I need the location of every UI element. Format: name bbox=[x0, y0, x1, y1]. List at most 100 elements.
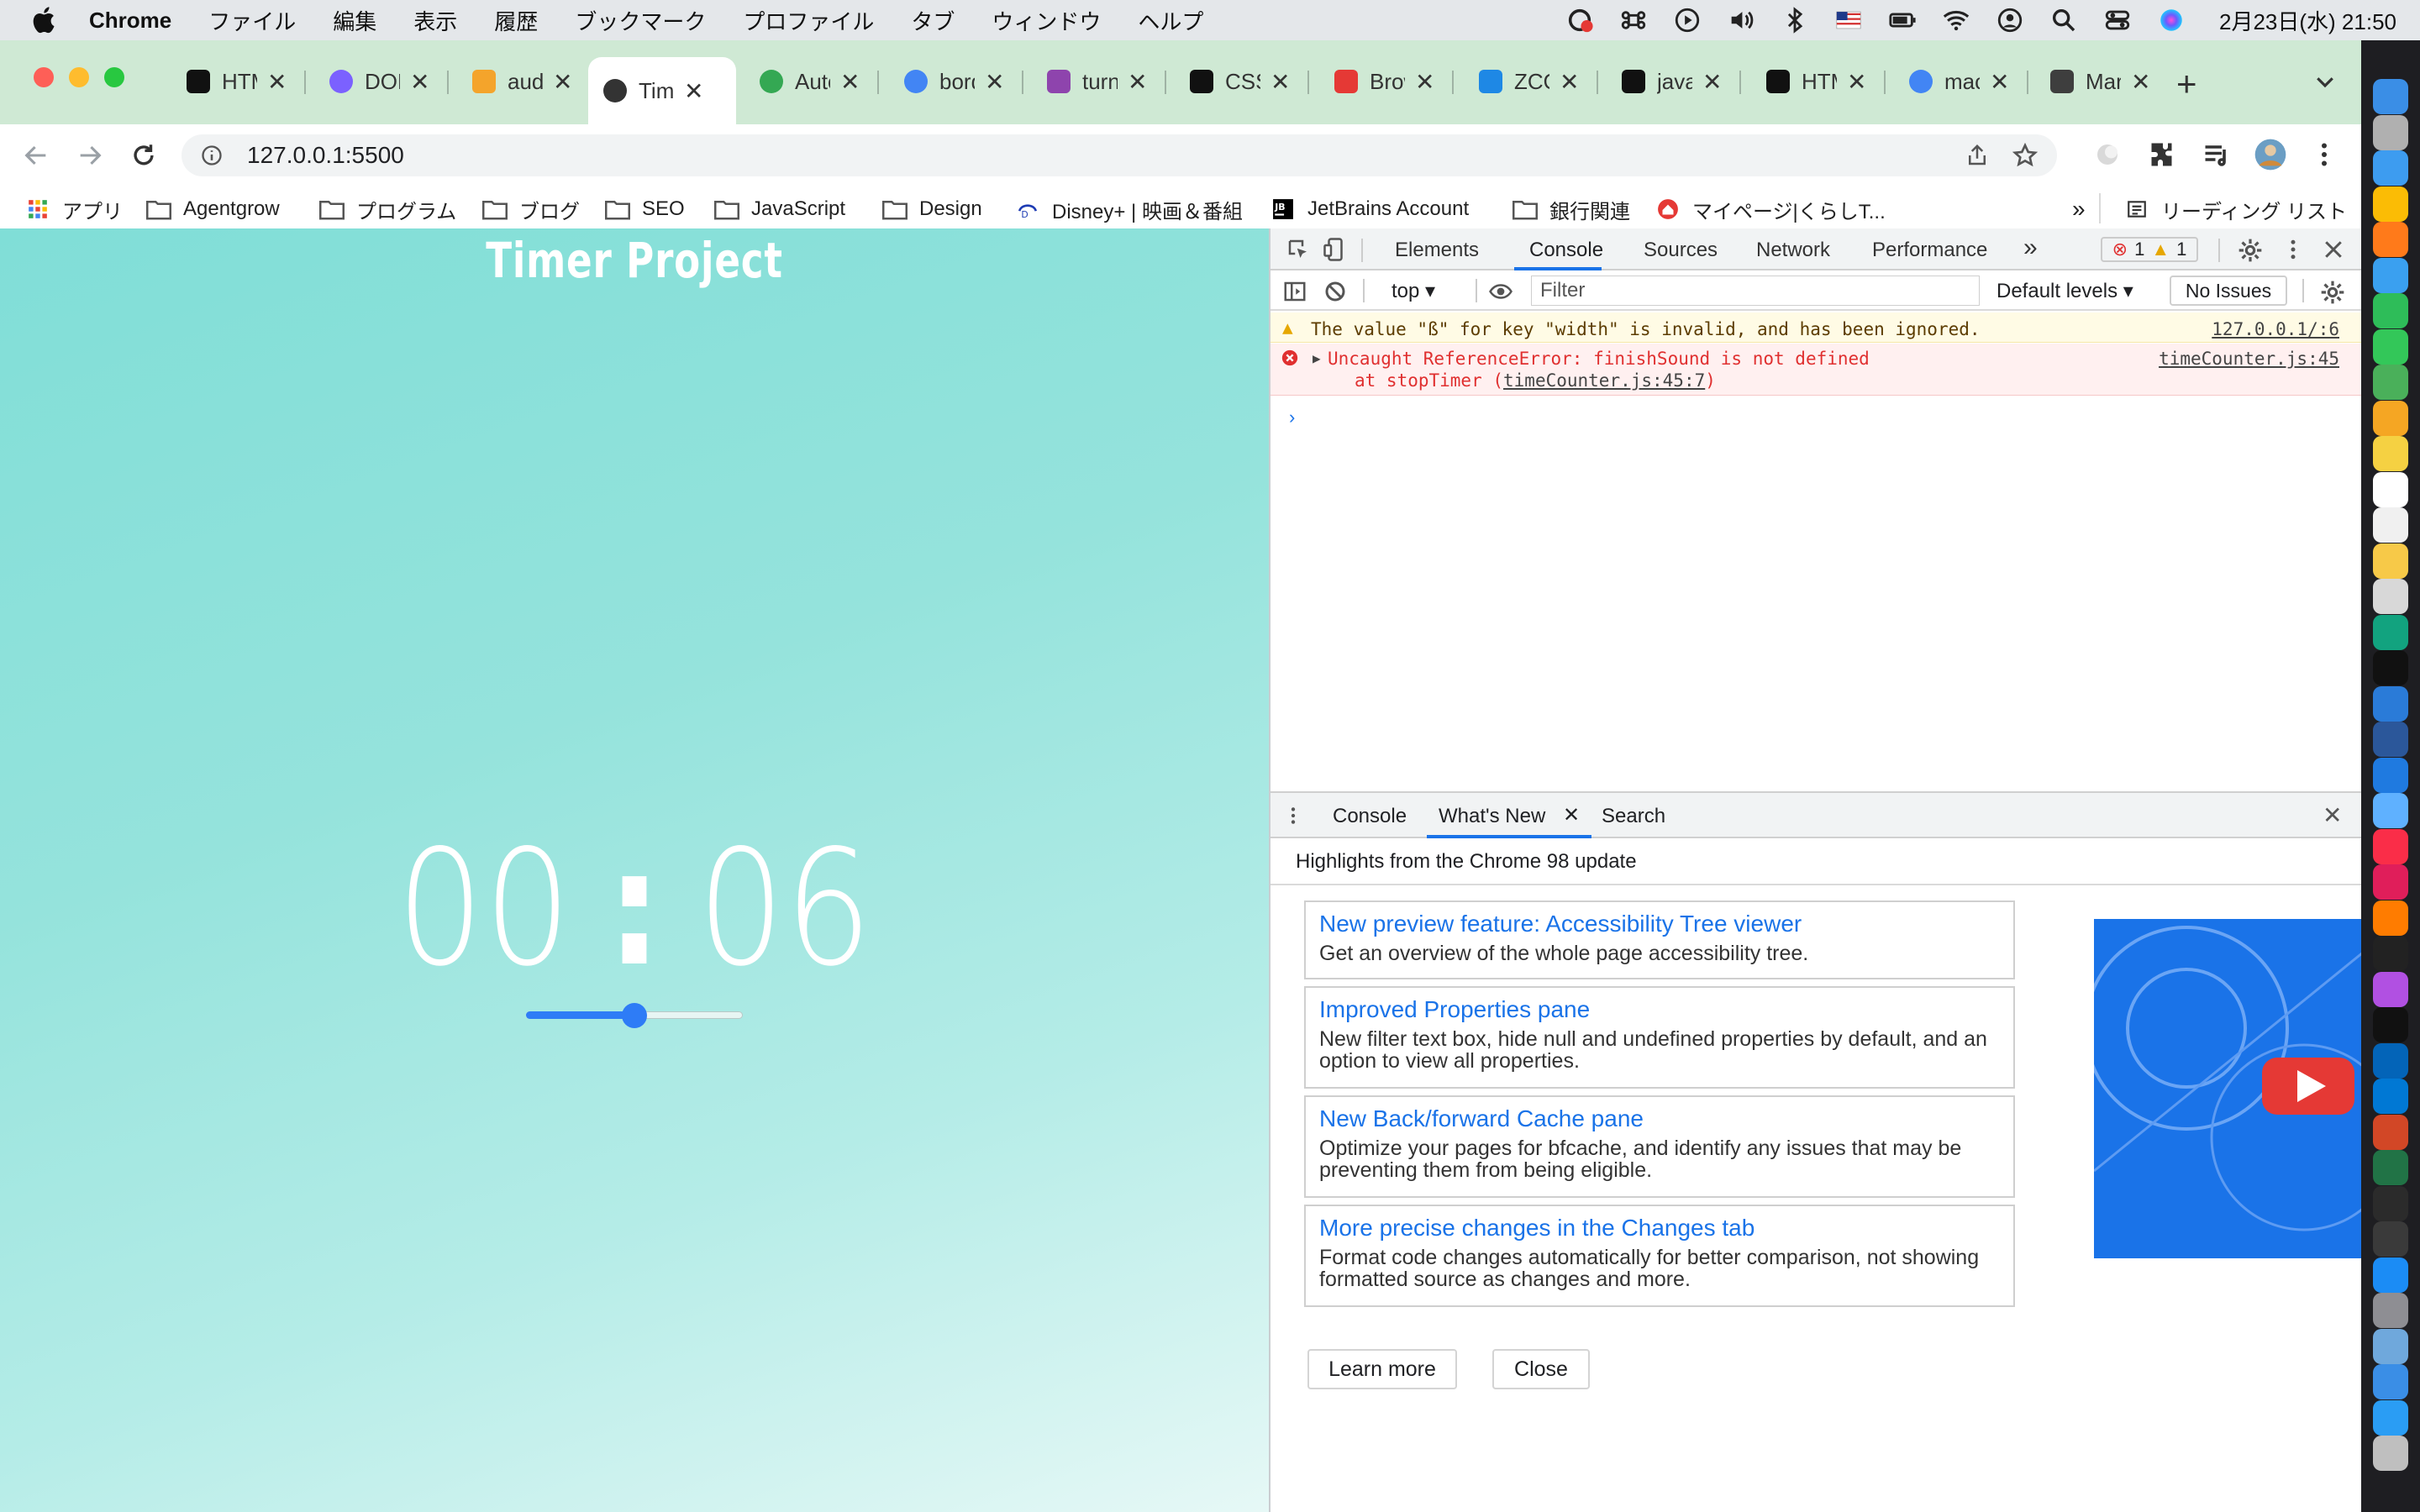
error-warning-counter[interactable]: ⊗ 1 ▲ 1 bbox=[2101, 237, 2198, 262]
browser-tab[interactable]: turn ✕ bbox=[1032, 62, 1160, 101]
close-tab-icon[interactable]: ✕ bbox=[1415, 68, 1434, 96]
dock-appstore-icon[interactable] bbox=[2373, 1257, 2408, 1293]
bookmark-star-icon[interactable] bbox=[2012, 142, 2039, 169]
close-tab-icon[interactable]: ✕ bbox=[553, 68, 572, 96]
menu-file[interactable]: ファイル bbox=[208, 5, 296, 36]
menu-window[interactable]: ウィンドウ bbox=[992, 5, 1101, 36]
bookmark-item[interactable]: Agentgrow bbox=[146, 195, 280, 223]
dock-appletv-icon[interactable] bbox=[2373, 1007, 2408, 1042]
dock-illustrator-icon[interactable] bbox=[2373, 900, 2408, 936]
dock-reminders-icon[interactable] bbox=[2373, 507, 2408, 543]
devtools-settings-gear-icon[interactable] bbox=[2237, 237, 2264, 264]
dock-paint-icon[interactable] bbox=[2373, 793, 2408, 828]
bookmark-item[interactable]: D Disney+ | 映画＆番組 bbox=[1015, 195, 1243, 223]
us-flag-icon[interactable] bbox=[1834, 6, 1863, 34]
extensions-puzzle-icon[interactable] bbox=[2148, 139, 2178, 170]
more-tabs-button[interactable]: » bbox=[2023, 234, 2038, 262]
drawer-tab-console[interactable]: Console bbox=[1333, 805, 1407, 828]
dock-powerpoint-icon[interactable] bbox=[2373, 1114, 2408, 1150]
wifi-icon[interactable] bbox=[1942, 6, 1970, 34]
zoom-window-button[interactable] bbox=[104, 67, 124, 87]
command-key-icon[interactable] bbox=[1619, 6, 1648, 34]
bookmark-item[interactable]: マイページ|くらしT... bbox=[1655, 195, 1886, 223]
menu-profiles[interactable]: プロファイル bbox=[743, 5, 874, 36]
close-tab-icon[interactable]: ✕ bbox=[985, 68, 1004, 96]
bookmarks-overflow-button[interactable]: » bbox=[2072, 195, 2086, 223]
dock-calculator-icon[interactable] bbox=[2373, 579, 2408, 614]
close-tab-icon[interactable]: ✕ bbox=[2131, 68, 2150, 96]
device-toolbar-icon[interactable] bbox=[1323, 237, 1348, 262]
menu-app-name[interactable]: Chrome bbox=[89, 8, 171, 34]
bookmark-item[interactable]: JB JetBrains Account bbox=[1270, 195, 1469, 223]
dock-airdrop-icon[interactable] bbox=[2373, 1399, 2408, 1436]
user-account-icon[interactable] bbox=[1996, 6, 2024, 34]
browser-tab[interactable]: HTML ✕ bbox=[171, 62, 299, 101]
drawer-tab-whats-new[interactable]: What's New bbox=[1439, 805, 1545, 828]
dock-xcode-icon[interactable] bbox=[2373, 757, 2408, 793]
control-center-icon[interactable] bbox=[2103, 6, 2132, 34]
apple-logo-icon[interactable] bbox=[30, 5, 60, 35]
browser-tab[interactable]: DOM ✕ bbox=[314, 62, 442, 101]
issues-button[interactable]: No Issues bbox=[2170, 276, 2287, 306]
dock-preview-icon[interactable] bbox=[2373, 1328, 2408, 1364]
dock-launchpad-icon[interactable] bbox=[2373, 114, 2408, 150]
expand-triangle-icon[interactable]: ▶ bbox=[1313, 350, 1321, 366]
card-title[interactable]: New Back/forward Cache pane bbox=[1319, 1105, 2000, 1132]
dock-chrome-icon[interactable] bbox=[2373, 186, 2408, 222]
dock-outlook-icon[interactable] bbox=[2373, 1079, 2408, 1114]
log-levels-dropdown[interactable]: Default levels ▾ bbox=[1996, 279, 2133, 303]
address-url[interactable]: 127.0.0.1:5500 bbox=[247, 142, 404, 169]
menu-history[interactable]: 履歴 bbox=[494, 5, 538, 36]
close-tab-icon[interactable]: ✕ bbox=[1560, 68, 1579, 96]
feature-card-accessibility[interactable]: New preview feature: Accessibility Tree … bbox=[1304, 900, 2015, 979]
tab-console[interactable]: Console bbox=[1529, 239, 1603, 262]
browser-tab[interactable]: Autoplay ✕ bbox=[744, 62, 872, 101]
battery-icon[interactable] bbox=[1888, 6, 1917, 34]
dock-messages-icon[interactable] bbox=[2373, 328, 2408, 365]
dock-word-blue-icon[interactable] bbox=[2373, 722, 2408, 757]
tab-network[interactable]: Network bbox=[1756, 239, 1830, 262]
browser-tab[interactable]: audio ✕ bbox=[457, 62, 585, 101]
close-tab-icon[interactable]: ✕ bbox=[410, 68, 429, 96]
menu-tab[interactable]: タブ bbox=[911, 5, 955, 36]
forward-arrow-icon[interactable] bbox=[76, 141, 104, 170]
whats-new-video-thumbnail[interactable] bbox=[2094, 919, 2363, 1258]
tab-performance[interactable]: Performance bbox=[1872, 239, 1987, 262]
dock-finder-icon[interactable] bbox=[2373, 79, 2408, 114]
dock-mail-icon[interactable] bbox=[2373, 257, 2408, 293]
context-selector[interactable]: top ▾ bbox=[1392, 279, 1435, 303]
dock-iterm-icon[interactable] bbox=[2373, 936, 2408, 971]
warning-source-link[interactable]: 127.0.0.1/:6 bbox=[2212, 319, 2339, 339]
browser-tab[interactable]: ZCO ✕ bbox=[1464, 62, 1591, 101]
dock-facetime-icon[interactable] bbox=[2373, 293, 2408, 328]
dock-music-icon[interactable] bbox=[2373, 828, 2408, 864]
close-tab-icon[interactable]: ✕ bbox=[1847, 68, 1866, 96]
dock-chatgpt-icon[interactable] bbox=[2373, 614, 2408, 650]
menu-view[interactable]: 表示 bbox=[413, 5, 457, 36]
devtools-kebab-icon[interactable] bbox=[2281, 237, 2306, 262]
share-icon[interactable] bbox=[1965, 143, 1990, 168]
dock-onedrive-icon[interactable] bbox=[2373, 1042, 2408, 1079]
bookmark-item[interactable]: Design bbox=[882, 195, 982, 223]
console-settings-gear-icon[interactable] bbox=[2319, 279, 2346, 306]
chrome-menu-kebab-icon[interactable] bbox=[2309, 139, 2339, 170]
bookmark-item[interactable]: ブログ bbox=[482, 195, 580, 223]
console-prompt[interactable]: › bbox=[1289, 407, 1295, 428]
timer-slider[interactable] bbox=[526, 1000, 743, 1030]
close-tab-icon[interactable]: ✕ bbox=[840, 68, 860, 96]
bookmark-item[interactable]: SEO bbox=[605, 195, 685, 223]
live-expression-eye-icon[interactable] bbox=[1487, 279, 1514, 304]
reload-icon[interactable] bbox=[129, 141, 158, 170]
siri-icon[interactable] bbox=[2157, 6, 2186, 34]
dock-safari-icon[interactable] bbox=[2373, 150, 2408, 186]
dock-finder-2-icon[interactable] bbox=[2373, 1364, 2408, 1399]
tab-search-chevron-icon[interactable] bbox=[2312, 69, 2338, 94]
browser-tab[interactable]: HTML ✕ bbox=[1751, 62, 1879, 101]
card-title[interactable]: Improved Properties pane bbox=[1319, 996, 2000, 1023]
bookmark-item[interactable]: 銀行関連 bbox=[1512, 195, 1630, 223]
browser-tab[interactable]: Mar ✕ bbox=[2035, 62, 2163, 101]
slider-thumb[interactable] bbox=[622, 1003, 647, 1028]
clear-console-icon[interactable] bbox=[1323, 279, 1348, 304]
dock-excel-icon[interactable] bbox=[2373, 1150, 2408, 1185]
menu-help[interactable]: ヘルプ bbox=[1138, 5, 1203, 36]
